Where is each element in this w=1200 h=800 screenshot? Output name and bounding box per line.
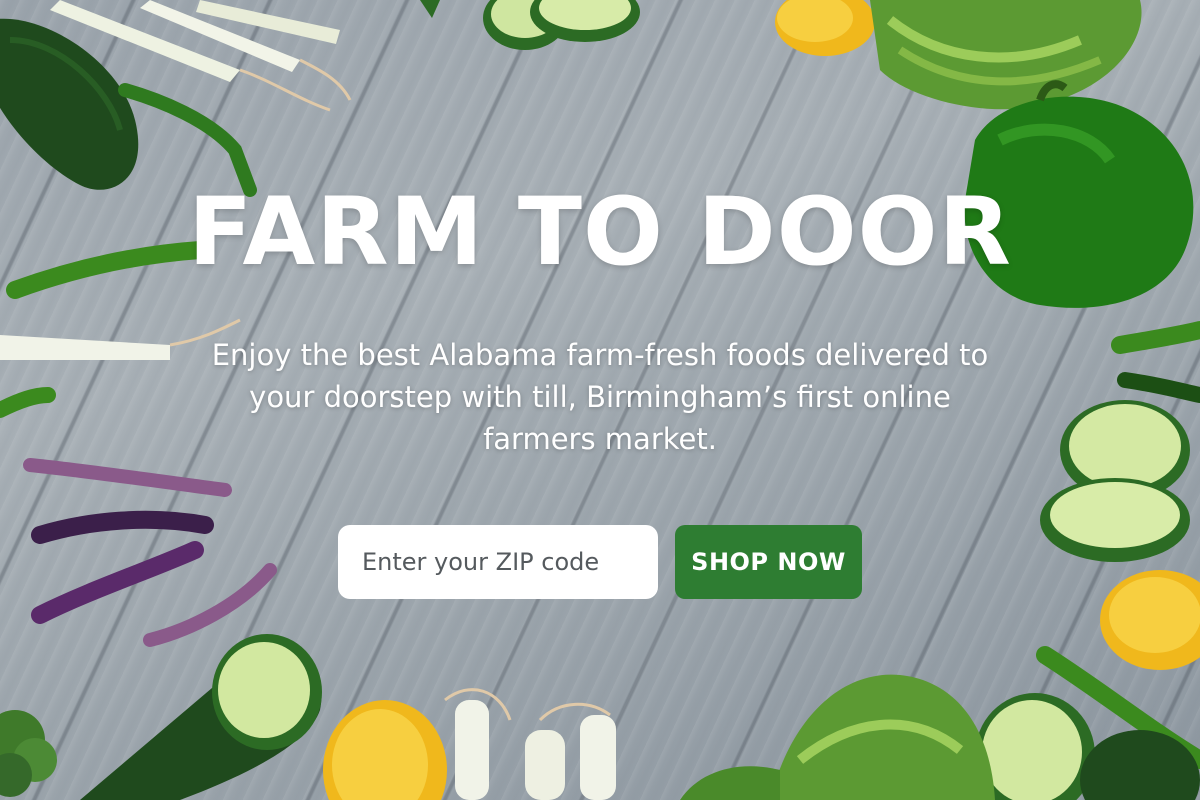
shop-now-button[interactable]: SHOP NOW [675,525,862,599]
hero-banner: FARM TO DOOR Enjoy the best Alabama farm… [0,0,1200,800]
hero-title: FARM TO DOOR [188,178,1012,287]
hero-content: FARM TO DOOR Enjoy the best Alabama farm… [0,0,1200,800]
hero-subtitle: Enjoy the best Alabama farm-fresh foods … [211,338,989,456]
zip-code-input[interactable] [338,525,658,599]
